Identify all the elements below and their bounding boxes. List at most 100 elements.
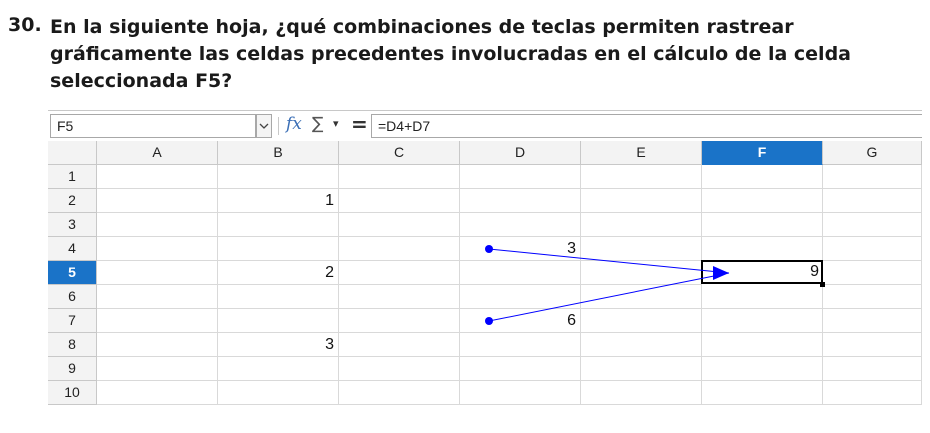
cell-c3[interactable]	[339, 213, 460, 237]
row-header-9[interactable]: 9	[48, 357, 97, 381]
cell-b10[interactable]	[218, 381, 339, 405]
cell-e5[interactable]	[581, 261, 702, 285]
cell-c1[interactable]	[339, 165, 460, 189]
cell-d5[interactable]	[460, 261, 581, 285]
cell-d6[interactable]	[460, 285, 581, 309]
cell-e9[interactable]	[581, 357, 702, 381]
question-number: 30.	[8, 14, 42, 36]
column-header-g[interactable]: G	[823, 141, 922, 165]
cell-d3[interactable]	[460, 213, 581, 237]
cell-d10[interactable]	[460, 381, 581, 405]
column-header-c[interactable]: C	[339, 141, 460, 165]
column-header-e[interactable]: E	[581, 141, 702, 165]
function-wizard-icon[interactable]: fx	[286, 114, 302, 134]
formula-input[interactable]: =D4+D7	[371, 114, 922, 138]
cell-g1[interactable]	[823, 165, 922, 189]
row-header-2[interactable]: 2	[48, 189, 97, 213]
row-header-3[interactable]: 3	[48, 213, 97, 237]
cell-b1[interactable]	[218, 165, 339, 189]
column-header-b[interactable]: B	[218, 141, 339, 165]
cell-g5[interactable]	[823, 261, 922, 285]
cell-g2[interactable]	[823, 189, 922, 213]
cell-g10[interactable]	[823, 381, 922, 405]
cell-b5[interactable]: 2	[218, 261, 339, 285]
equals-icon[interactable]: =	[351, 112, 368, 136]
cell-a3[interactable]	[97, 213, 218, 237]
cell-e8[interactable]	[581, 333, 702, 357]
cell-f5[interactable]: 9	[701, 260, 823, 284]
cell-g6[interactable]	[823, 285, 922, 309]
toolbar-separator	[278, 117, 279, 135]
cell-c9[interactable]	[339, 357, 460, 381]
row-header-5[interactable]: 5	[48, 261, 97, 285]
cell-e6[interactable]	[581, 285, 702, 309]
cell-e10[interactable]	[581, 381, 702, 405]
cell-d8[interactable]	[460, 333, 581, 357]
cell-g3[interactable]	[823, 213, 922, 237]
cell-d7[interactable]: 6	[460, 309, 581, 333]
cell-e7[interactable]	[581, 309, 702, 333]
cell-a7[interactable]	[97, 309, 218, 333]
cell-f1[interactable]	[702, 165, 823, 189]
cell-b2[interactable]: 1	[218, 189, 339, 213]
row-header-4[interactable]: 4	[48, 237, 97, 261]
cell-c5[interactable]	[339, 261, 460, 285]
cell-a2[interactable]	[97, 189, 218, 213]
cell-e1[interactable]	[581, 165, 702, 189]
name-box[interactable]: F5	[50, 114, 256, 138]
cell-g7[interactable]	[823, 309, 922, 333]
select-all-corner[interactable]	[48, 141, 97, 165]
column-header-a[interactable]: A	[97, 141, 218, 165]
sum-icon[interactable]: ∑	[312, 114, 323, 134]
cell-c2[interactable]	[339, 189, 460, 213]
cell-c10[interactable]	[339, 381, 460, 405]
cell-d2[interactable]	[460, 189, 581, 213]
cell-d4[interactable]: 3	[460, 237, 581, 261]
dropdown-icon[interactable]: ▾	[333, 117, 339, 130]
cell-b9[interactable]	[218, 357, 339, 381]
cell-f10[interactable]	[702, 381, 823, 405]
cell-b8[interactable]: 3	[218, 333, 339, 357]
cell-b6[interactable]	[218, 285, 339, 309]
row-header-8[interactable]: 8	[48, 333, 97, 357]
fill-handle[interactable]	[820, 282, 825, 287]
cell-e4[interactable]	[581, 237, 702, 261]
cell-c8[interactable]	[339, 333, 460, 357]
cell-a9[interactable]	[97, 357, 218, 381]
cell-d1[interactable]	[460, 165, 581, 189]
cell-c6[interactable]	[339, 285, 460, 309]
cell-f9[interactable]	[702, 357, 823, 381]
cell-b4[interactable]	[218, 237, 339, 261]
cell-c4[interactable]	[339, 237, 460, 261]
cell-b3[interactable]	[218, 213, 339, 237]
cell-a4[interactable]	[97, 237, 218, 261]
cell-a10[interactable]	[97, 381, 218, 405]
column-header-f[interactable]: F	[702, 141, 823, 165]
chevron-down-icon	[259, 123, 269, 129]
row-header-1[interactable]: 1	[48, 165, 97, 189]
row-header-10[interactable]: 10	[48, 381, 97, 405]
row-header-7[interactable]: 7	[48, 309, 97, 333]
spreadsheet: F5 fx ∑ ▾ = =D4+D7 ABCDEFG12134352967683…	[48, 110, 922, 410]
cell-f2[interactable]	[702, 189, 823, 213]
cell-f7[interactable]	[702, 309, 823, 333]
cell-a1[interactable]	[97, 165, 218, 189]
cell-f3[interactable]	[702, 213, 823, 237]
cell-a5[interactable]	[97, 261, 218, 285]
cell-b7[interactable]	[218, 309, 339, 333]
cell-e3[interactable]	[581, 213, 702, 237]
cell-f4[interactable]	[702, 237, 823, 261]
cell-g9[interactable]	[823, 357, 922, 381]
cell-a8[interactable]	[97, 333, 218, 357]
cell-d9[interactable]	[460, 357, 581, 381]
cell-a6[interactable]	[97, 285, 218, 309]
name-box-dropdown[interactable]	[256, 114, 272, 138]
cell-f8[interactable]	[702, 333, 823, 357]
column-header-d[interactable]: D	[460, 141, 581, 165]
row-header-6[interactable]: 6	[48, 285, 97, 309]
cell-f6[interactable]	[702, 285, 823, 309]
cell-g8[interactable]	[823, 333, 922, 357]
cell-c7[interactable]	[339, 309, 460, 333]
cell-g4[interactable]	[823, 237, 922, 261]
cell-e2[interactable]	[581, 189, 702, 213]
